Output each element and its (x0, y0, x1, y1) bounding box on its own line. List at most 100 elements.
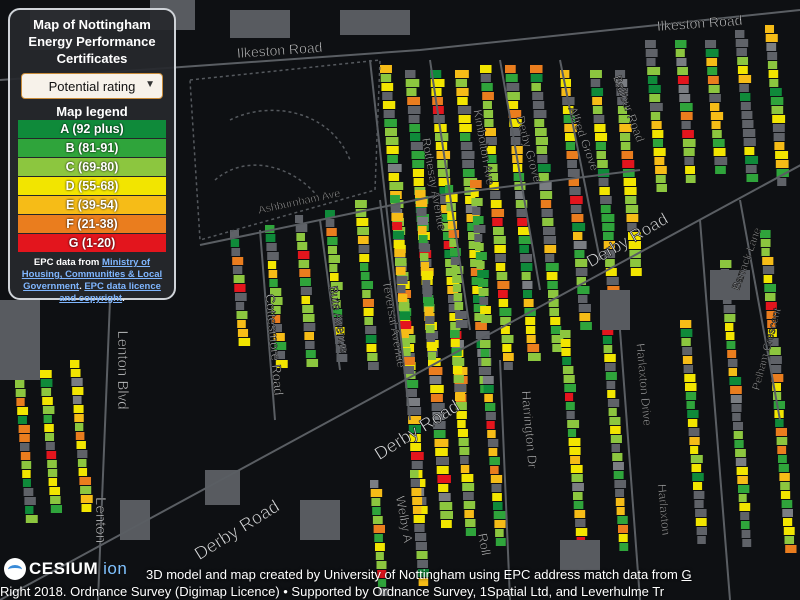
building[interactable] (17, 407, 29, 415)
building[interactable] (392, 231, 405, 239)
building[interactable] (80, 495, 93, 503)
building[interactable] (413, 515, 425, 523)
building[interactable] (50, 505, 63, 513)
building[interactable] (505, 74, 518, 82)
building[interactable] (72, 396, 82, 404)
building[interactable] (544, 245, 557, 253)
building[interactable] (50, 496, 61, 504)
building[interactable] (24, 497, 36, 505)
building[interactable] (22, 470, 31, 478)
building[interactable] (436, 466, 449, 474)
building[interactable] (507, 101, 519, 109)
building[interactable] (40, 370, 52, 378)
building[interactable] (562, 366, 574, 374)
building[interactable] (437, 475, 451, 483)
building[interactable] (452, 357, 462, 365)
building[interactable] (770, 97, 784, 105)
building[interactable] (624, 187, 637, 195)
building[interactable] (357, 227, 369, 235)
building[interactable] (738, 494, 747, 502)
building[interactable] (677, 76, 689, 84)
building[interactable] (15, 389, 26, 397)
building[interactable] (383, 110, 395, 118)
building[interactable] (550, 317, 561, 325)
building[interactable] (450, 257, 460, 265)
building[interactable] (303, 323, 316, 331)
building[interactable] (462, 483, 475, 491)
building[interactable] (626, 214, 639, 222)
building[interactable] (575, 519, 586, 527)
building[interactable] (302, 314, 315, 322)
building[interactable] (429, 376, 442, 384)
building[interactable] (540, 191, 553, 199)
building[interactable] (528, 353, 541, 361)
building[interactable] (530, 65, 543, 73)
building[interactable] (72, 387, 84, 395)
building[interactable] (425, 325, 435, 333)
building[interactable] (618, 534, 628, 542)
building[interactable] (457, 429, 468, 437)
building[interactable] (457, 106, 472, 114)
building[interactable] (42, 397, 53, 405)
building[interactable] (70, 360, 80, 368)
building[interactable] (415, 190, 426, 198)
building[interactable] (600, 205, 611, 213)
building[interactable] (48, 478, 58, 486)
building[interactable] (609, 417, 621, 425)
building[interactable] (733, 422, 744, 430)
building[interactable] (523, 299, 534, 307)
building[interactable] (648, 85, 661, 93)
building[interactable] (725, 332, 735, 340)
building[interactable] (577, 286, 590, 294)
building[interactable] (715, 166, 726, 174)
building[interactable] (398, 303, 410, 311)
building[interactable] (302, 305, 314, 313)
building[interactable] (45, 442, 55, 450)
building[interactable] (461, 151, 475, 159)
building[interactable] (74, 414, 84, 422)
building[interactable] (420, 262, 430, 270)
building[interactable] (457, 420, 466, 428)
building[interactable] (305, 341, 315, 349)
building[interactable] (236, 311, 248, 319)
building[interactable] (595, 142, 606, 150)
building[interactable] (368, 362, 379, 370)
building[interactable] (491, 209, 505, 217)
building[interactable] (714, 157, 728, 165)
building[interactable] (610, 435, 622, 443)
building[interactable] (761, 248, 770, 256)
building[interactable] (25, 506, 34, 514)
building[interactable] (460, 456, 469, 464)
building[interactable] (767, 61, 778, 69)
building[interactable] (20, 443, 30, 451)
building[interactable] (473, 225, 486, 233)
building[interactable] (523, 290, 533, 298)
building[interactable] (237, 320, 246, 328)
building[interactable] (410, 470, 419, 478)
building[interactable] (42, 406, 55, 414)
building[interactable] (652, 139, 664, 147)
building[interactable] (360, 272, 370, 280)
building[interactable] (689, 437, 700, 445)
building[interactable] (462, 160, 474, 168)
building[interactable] (488, 448, 498, 456)
building[interactable] (625, 205, 639, 213)
building[interactable] (780, 482, 790, 490)
building[interactable] (366, 344, 377, 352)
building[interactable] (395, 258, 407, 266)
building[interactable] (454, 302, 464, 310)
building[interactable] (605, 372, 617, 380)
building[interactable] (17, 416, 27, 424)
building[interactable] (464, 510, 474, 518)
building[interactable] (593, 115, 605, 123)
building[interactable] (776, 437, 788, 445)
building[interactable] (678, 85, 689, 93)
building[interactable] (479, 297, 489, 305)
building[interactable] (427, 343, 437, 351)
building[interactable] (600, 290, 630, 330)
building[interactable] (408, 115, 420, 123)
building[interactable] (492, 493, 502, 501)
building[interactable] (646, 58, 656, 66)
building[interactable] (778, 464, 789, 472)
building[interactable] (614, 480, 627, 488)
